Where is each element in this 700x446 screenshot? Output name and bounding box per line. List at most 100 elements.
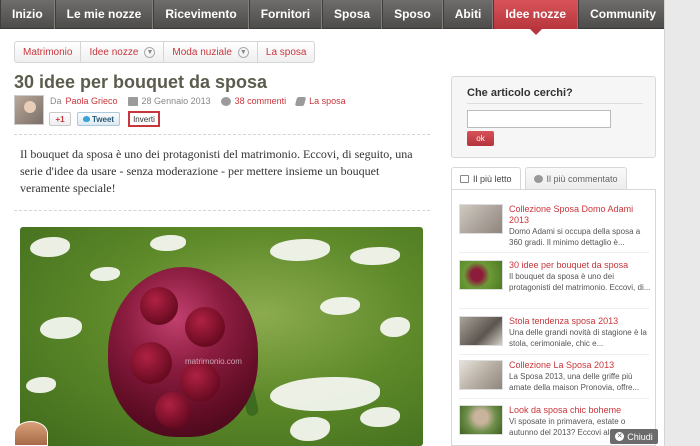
search-title: Che articolo cerchi?: [467, 87, 573, 99]
nav-item-inizio[interactable]: Inizio: [0, 0, 55, 29]
list-item[interactable]: Collezione Sposa Domo Adami 2013 Domo Ada…: [459, 204, 652, 248]
photo-rose: [140, 287, 178, 325]
photo-petal: [360, 407, 400, 427]
nav-item-ricevimento[interactable]: Ricevimento: [153, 0, 249, 29]
article-title: 30 idee per bouquet da sposa: [14, 72, 268, 92]
tab-label: Il più commentato: [546, 173, 618, 184]
edit-icon: [460, 175, 469, 183]
divider: [467, 103, 643, 104]
tab-label: Il più letto: [473, 174, 512, 184]
social-bar: +1 Tweet Inverti: [49, 111, 160, 127]
nav-item-fornitori[interactable]: Fornitori: [248, 0, 323, 29]
divider: [14, 134, 430, 135]
list-item-title[interactable]: Look da sposa chic boheme: [509, 405, 652, 416]
list-item-title[interactable]: Collezione La Sposa 2013: [509, 360, 652, 371]
photo-rose: [130, 342, 172, 384]
invert-button[interactable]: Inverti: [128, 111, 160, 127]
list-item-title[interactable]: Stola tendenza sposa 2013: [509, 316, 652, 327]
google-plus-button[interactable]: +1: [49, 112, 71, 126]
article-search-box: Che articolo cerchi? ok: [451, 76, 656, 158]
calendar-icon: [127, 96, 138, 106]
photo-petal: [350, 247, 400, 265]
close-icon: ✕: [615, 432, 625, 441]
list-item-desc: Domo Adami si occupa della sposa a 360 g…: [509, 227, 641, 247]
tab-most-read[interactable]: Il più letto: [451, 167, 521, 190]
popular-tabs: Il più letto Il più commentato: [451, 167, 627, 190]
breadcrumb-label: Idee nozze: [89, 46, 139, 58]
list-item[interactable]: Collezione La Sposa 2013 La Sposa 2013, u…: [459, 360, 652, 393]
breadcrumb-label: Moda nuziale: [172, 46, 232, 58]
photo-petal: [150, 235, 186, 251]
tweet-label: Tweet: [92, 114, 115, 124]
breadcrumb-item-idee-nozze[interactable]: Idee nozze ▼: [81, 42, 165, 62]
author-avatar[interactable]: [14, 95, 44, 125]
search-input[interactable]: [467, 110, 611, 128]
comment-icon: [220, 96, 231, 106]
article-thumbnail[interactable]: [459, 360, 503, 390]
article-thumbnail[interactable]: [459, 316, 503, 346]
chevron-down-icon[interactable]: ▼: [237, 46, 249, 58]
photo-petal: [40, 317, 82, 339]
photo-watermark: matrimonio.com: [185, 357, 242, 366]
article-lead: Il bouquet da sposa è uno dei protagonis…: [20, 147, 413, 195]
photo-rose: [155, 392, 191, 428]
breadcrumb-item-moda-nuziale[interactable]: Moda nuziale ▼: [164, 42, 258, 62]
photo-petal: [30, 237, 70, 257]
photo-petal: [26, 377, 56, 393]
nav-item-le-mie-nozze[interactable]: Le mie nozze: [54, 0, 154, 29]
bouquet-photo[interactable]: matrimonio.com: [20, 227, 423, 446]
list-item-title[interactable]: Collezione Sposa Domo Adami 2013: [509, 204, 652, 226]
tag-icon: [294, 96, 307, 106]
twitter-bird-icon: [83, 116, 90, 122]
article-date: 28 Gennaio 2013: [141, 96, 211, 106]
close-bar-button[interactable]: ✕ Chiudi: [610, 429, 658, 444]
photo-petal: [90, 267, 120, 281]
divider: [459, 252, 649, 253]
comment-icon: [533, 174, 543, 183]
page-edge: [664, 0, 700, 446]
photo-petal: [320, 297, 360, 315]
list-item-title[interactable]: 30 idee per bouquet da sposa: [509, 260, 652, 271]
divider: [459, 398, 649, 399]
breadcrumb-item-la-sposa[interactable]: La sposa: [258, 42, 315, 62]
nav-item-abiti[interactable]: Abiti: [442, 0, 494, 29]
meta-by: Da: [50, 96, 62, 106]
breadcrumb-label: La sposa: [265, 46, 307, 58]
nav-item-sposo[interactable]: Sposo: [382, 0, 443, 29]
breadcrumb-item-matrimonio[interactable]: Matrimonio: [15, 42, 82, 62]
nav-item-idee-nozze[interactable]: Idee nozze: [493, 0, 579, 35]
tweet-button[interactable]: Tweet: [77, 112, 121, 126]
article-thumbnail[interactable]: [459, 260, 503, 290]
photo-petal: [380, 317, 410, 337]
nav-item-sposa[interactable]: Sposa: [322, 0, 383, 29]
breadcrumb: Matrimonio Idee nozze ▼ Moda nuziale ▼ La …: [14, 41, 316, 63]
list-item-desc: Una delle grandi novità di stagione è la…: [509, 328, 647, 348]
divider: [459, 308, 649, 309]
article-thumbnail[interactable]: [459, 405, 503, 435]
tab-most-commented[interactable]: Il più commentato: [524, 167, 627, 189]
chevron-down-icon[interactable]: ▼: [144, 46, 156, 58]
divider: [14, 210, 430, 211]
photo-rose: [185, 307, 225, 347]
photo-rose: [180, 362, 220, 402]
close-label: Chiudi: [627, 431, 653, 442]
list-item-desc: La Sposa 2013, una delle griffe più amat…: [509, 372, 640, 392]
author-link[interactable]: Paola Grieco: [66, 96, 118, 106]
article-meta: Da Paola Grieco 28 Gennaio 2013 38 comme…: [50, 96, 346, 106]
article-thumbnail[interactable]: [459, 204, 503, 234]
popular-articles-list: Collezione Sposa Domo Adami 2013 Domo Ada…: [451, 189, 656, 446]
comments-link[interactable]: 38 commenti: [235, 96, 287, 106]
list-item[interactable]: 30 idee per bouquet da sposa Il bouquet d…: [459, 260, 652, 293]
nav-item-community[interactable]: Community: [578, 0, 669, 29]
breadcrumb-label: Matrimonio: [23, 46, 73, 58]
tag-link[interactable]: La sposa: [309, 96, 346, 106]
list-item[interactable]: Stola tendenza sposa 2013 Una delle grand…: [459, 316, 652, 349]
photo-petal: [270, 377, 380, 411]
photo-petal: [270, 239, 330, 261]
search-ok-button[interactable]: ok: [467, 131, 494, 146]
divider: [459, 354, 649, 355]
main-nav: Inizio Le mie nozze Ricevimento Fornitor…: [0, 0, 669, 35]
list-item-desc: Il bouquet da sposa è uno dei protagonis…: [509, 272, 651, 292]
author-photo-small: [14, 421, 48, 446]
photo-petal: [290, 417, 330, 441]
